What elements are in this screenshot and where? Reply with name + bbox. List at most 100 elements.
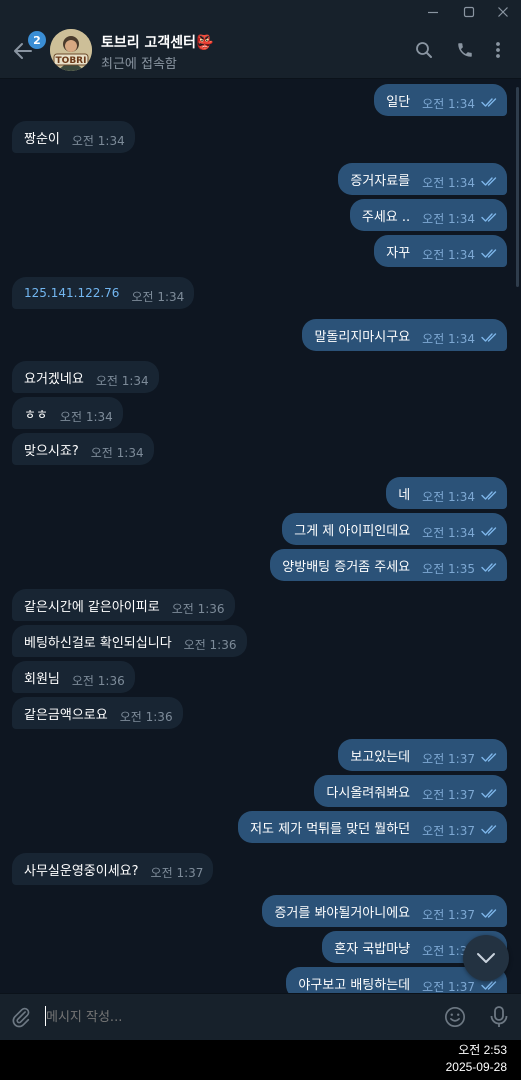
message-time: 오전 1:34	[422, 96, 475, 111]
message-text: ㅎㅎ	[24, 407, 48, 423]
clock-time: 오전 2:53	[458, 1043, 507, 1057]
message-text: 다시올려줘봐요	[326, 785, 411, 801]
message-text: 혼자 국밥마냥	[334, 941, 411, 957]
message-text: 양방배팅 증거좀 주세요	[282, 559, 411, 575]
unread-badge: 2	[28, 31, 46, 49]
message-text[interactable]: 125.141.122.76	[24, 286, 119, 300]
message-time: 오전 1:36	[183, 637, 237, 652]
message-list[interactable]: 일단 오전 1:34 짱순이 오전 1:34 증거자료를 오전 1:34 주세요 .. 오전 …	[0, 79, 521, 993]
incoming-message[interactable]: 맞으시죠? 오전 1:34	[12, 433, 154, 465]
message-text: 증거를 봐야될거아니에요	[274, 905, 411, 921]
search-icon[interactable]	[412, 38, 436, 62]
incoming-message[interactable]: 125.141.122.76 오전 1:34	[12, 277, 195, 309]
clock-date: 2025-09-28	[445, 1060, 507, 1074]
outgoing-message[interactable]: 보고있는데 오전 1:37	[338, 739, 507, 771]
more-vertical-icon[interactable]	[486, 38, 510, 62]
scroll-down-button[interactable]	[463, 935, 509, 981]
message-text: 베팅하신걸로 확인되십니다	[24, 635, 172, 651]
outgoing-message[interactable]: 일단 오전 1:34	[374, 84, 507, 116]
message-time: 오전 1:34	[422, 331, 475, 346]
incoming-message[interactable]: 베팅하신걸로 확인되십니다 오전 1:36	[12, 625, 247, 657]
outgoing-message[interactable]: 증거를 봐야될거아니에요 오전 1:37	[262, 895, 507, 927]
double-check-icon	[481, 562, 499, 573]
double-check-icon	[481, 332, 499, 343]
message-time: 오전 1:34	[422, 247, 475, 262]
message-time: 오전 1:34	[131, 289, 185, 304]
double-check-icon	[481, 97, 499, 108]
incoming-message[interactable]: 사무실운영중이세요? 오전 1:37	[12, 853, 214, 885]
message-text: 말돌리지마시구요	[314, 329, 411, 345]
chat-header: 2 TOBRI 토브리 고객센터👺 최근에 접속함	[0, 24, 521, 79]
message-time: 오전 1:36	[171, 601, 225, 616]
double-check-icon	[481, 248, 499, 259]
outgoing-message[interactable]: 네 오전 1:34	[386, 477, 507, 509]
close-icon[interactable]	[485, 0, 521, 24]
incoming-message[interactable]: 같은금액으로요 오전 1:36	[12, 697, 183, 729]
emoji-icon[interactable]	[442, 1004, 468, 1030]
message-time: 오전 1:35	[422, 561, 475, 576]
chat-status: 최근에 접속함	[101, 57, 177, 72]
minimize-icon[interactable]	[415, 0, 451, 24]
message-time: 오전 1:36	[71, 673, 125, 688]
avatar[interactable]: TOBRI	[50, 29, 92, 71]
outgoing-message[interactable]: 저도 제가 먹튀를 맞던 뭘하던 오전 1:37	[238, 811, 507, 843]
message-text: 맞으시죠?	[24, 443, 79, 459]
avatar-logo-text: TOBRI	[56, 56, 87, 66]
double-check-icon	[481, 212, 499, 223]
message-text: 야구보고 배팅하는데	[298, 977, 411, 993]
outgoing-message[interactable]: 주세요 .. 오전 1:34	[349, 199, 507, 231]
chat-title: 토브리 고객센터👺	[101, 35, 214, 51]
maximize-icon[interactable]	[451, 0, 487, 24]
window-titlebar	[0, 0, 521, 24]
message-time: 오전 1:37	[422, 979, 475, 994]
message-text: 일단	[386, 94, 411, 110]
message-time: 오전 1:36	[119, 709, 173, 724]
taskbar: 오전 2:53 2025-09-28	[0, 1040, 521, 1080]
double-check-icon	[481, 752, 499, 763]
message-text: 보고있는데	[350, 749, 411, 765]
message-time: 오전 1:34	[95, 373, 149, 388]
incoming-message[interactable]: 요거겠네요 오전 1:34	[12, 361, 159, 393]
message-text: 그게 제 아이피인데요	[294, 523, 411, 539]
double-check-icon	[481, 490, 499, 501]
message-text: 주세요 ..	[361, 209, 411, 225]
outgoing-message[interactable]: 자꾸 오전 1:34	[374, 235, 507, 267]
message-text: 같은금액으로요	[24, 707, 108, 723]
incoming-message[interactable]: 같은시간에 같은아이피로 오전 1:36	[12, 589, 235, 621]
message-input[interactable]	[46, 1007, 426, 1027]
message-composer	[0, 993, 521, 1041]
scrollbar[interactable]	[516, 87, 519, 287]
chevron-down-icon	[477, 953, 495, 963]
message-text: 증거자료를	[350, 173, 411, 189]
double-check-icon	[481, 788, 499, 799]
taskbar-clock[interactable]: 오전 2:53 2025-09-28	[446, 1042, 507, 1076]
incoming-message[interactable]: ㅎㅎ 오전 1:34	[12, 397, 123, 429]
microphone-icon[interactable]	[486, 1004, 512, 1030]
message-time: 오전 1:34	[71, 133, 125, 148]
phone-icon[interactable]	[453, 38, 477, 62]
message-text: 짱순이	[24, 131, 60, 147]
message-text: 네	[398, 487, 411, 503]
message-time: 오전 1:34	[422, 525, 475, 540]
outgoing-message[interactable]: 말돌리지마시구요 오전 1:34	[302, 319, 507, 351]
outgoing-message[interactable]: 그게 제 아이피인데요 오전 1:34	[282, 513, 507, 545]
incoming-message[interactable]: 짱순이 오전 1:34	[12, 121, 135, 153]
double-check-icon	[481, 526, 499, 537]
message-text: 자꾸	[386, 245, 411, 261]
paperclip-icon[interactable]	[8, 1004, 34, 1030]
double-check-icon	[481, 176, 499, 187]
message-time: 오전 1:37	[150, 865, 204, 880]
incoming-message[interactable]: 회원님 오전 1:36	[12, 661, 135, 693]
message-time: 오전 1:34	[422, 489, 475, 504]
message-time: 오전 1:37	[422, 823, 475, 838]
outgoing-message[interactable]: 증거자료를 오전 1:34	[338, 163, 507, 195]
double-check-icon	[481, 824, 499, 835]
outgoing-message[interactable]: 양방배팅 증거좀 주세요 오전 1:35	[270, 549, 507, 581]
message-text: 요거겠네요	[24, 371, 84, 387]
double-check-icon	[481, 908, 499, 919]
message-text: 회원님	[24, 671, 60, 687]
message-text: 저도 제가 먹튀를 맞던 뭘하던	[250, 821, 411, 837]
message-time: 오전 1:34	[59, 409, 113, 424]
message-text: 같은시간에 같은아이피로	[24, 599, 160, 615]
outgoing-message[interactable]: 다시올려줘봐요 오전 1:37	[314, 775, 507, 807]
